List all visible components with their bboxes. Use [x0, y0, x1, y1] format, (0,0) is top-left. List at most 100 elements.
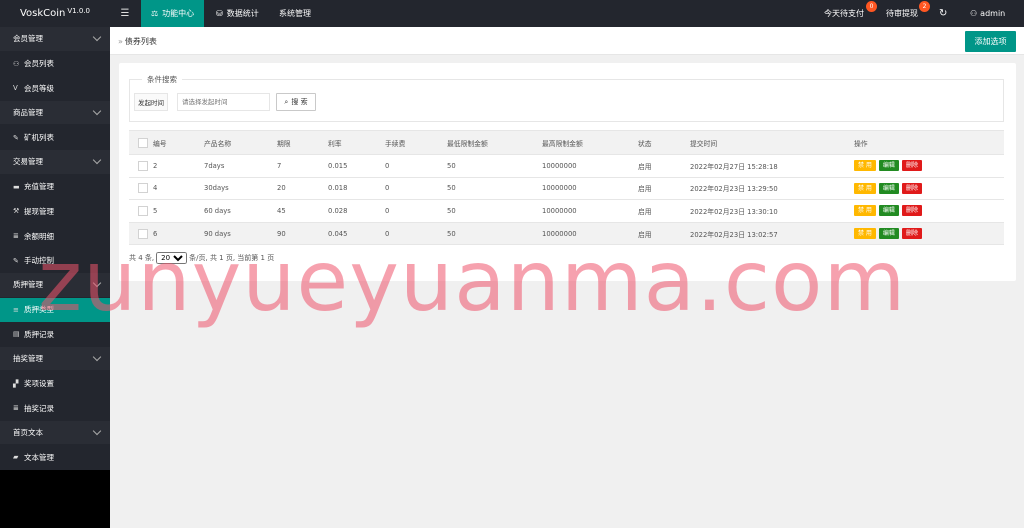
hamburger-icon[interactable]: ☰	[110, 0, 140, 27]
cell-max: 10000000	[542, 154, 638, 178]
cell-name: 90 days	[204, 221, 277, 246]
cell-time: 2022年02月27日 15:28:18	[690, 154, 854, 178]
group-label: 交易管理	[13, 157, 43, 167]
pager-summary: 条/页, 共 1 页, 当前第 1 页	[189, 254, 275, 262]
row-checkbox[interactable]	[138, 205, 148, 216]
sidebar-item-manual-control[interactable]: ✎ 手动控制	[0, 248, 110, 273]
cell-rate: 0.018	[328, 176, 385, 201]
nav-function-center[interactable]: ⚖ 功能中心	[141, 0, 205, 27]
sidebar-item-miner-list[interactable]: ✎ 矿机列表	[0, 125, 110, 150]
cell-min: 50	[447, 176, 542, 201]
header-id: 编号	[153, 130, 204, 155]
cell-max: 10000000	[542, 199, 638, 223]
delete-button[interactable]: 删除	[901, 182, 922, 194]
sidebar-item-member-list[interactable]: ⚇ 会员列表	[0, 51, 110, 77]
cell-id: 2	[153, 154, 204, 178]
date-filter-input[interactable]	[177, 93, 270, 111]
edit-button[interactable]: 编辑	[878, 228, 899, 240]
grid-icon: ▞	[13, 379, 19, 388]
item-label: 提现管理	[24, 206, 54, 216]
sidebar-item-lottery-record[interactable]: ≣ 抽奖记录	[0, 395, 110, 421]
row-select	[129, 154, 153, 178]
chevron-down-icon	[92, 278, 102, 288]
disable-button[interactable]: 禁 用	[854, 228, 876, 240]
item-label: 余额明细	[24, 231, 54, 241]
cell-term: 45	[277, 199, 328, 223]
item-label: 充值管理	[24, 182, 54, 192]
sidebar-item-staking-type[interactable]: ≡ 质押类型	[0, 297, 110, 323]
disable-button[interactable]: 禁 用	[854, 160, 876, 172]
disable-button[interactable]: 禁 用	[854, 182, 876, 194]
page-size-select[interactable]: 20	[156, 252, 188, 264]
row-checkbox[interactable]	[138, 160, 148, 171]
header-term: 期限	[277, 130, 328, 155]
cell-actions: 禁 用编辑 删除	[854, 221, 1004, 246]
nav-label: 数据统计	[226, 9, 259, 18]
app-logo[interactable]: VoskCoin V1.0.0	[0, 0, 110, 27]
sidebar-group-trades[interactable]: 交易管理	[0, 149, 110, 175]
nav-label: 系统管理	[279, 9, 311, 18]
delete-button[interactable]: 删除	[901, 160, 922, 172]
cell-rate: 0.028	[328, 199, 385, 223]
sidebar-item-staking-record[interactable]: ▤ 质押记录	[0, 322, 110, 347]
row-select	[129, 221, 153, 246]
cell-term: 90	[277, 221, 328, 246]
table-row: 6 90 days 90 0.045 0 50 10000000 启用 2022…	[129, 221, 1004, 246]
header-actions: 操作	[854, 130, 1004, 155]
sidebar-group-products[interactable]: 商品管理	[0, 100, 110, 126]
delete-button[interactable]: 删除	[901, 205, 922, 217]
search-button[interactable]: ⌕ 搜 索	[276, 93, 316, 111]
user-icon: ⚇	[970, 9, 978, 18]
breadcrumb-label: 债券列表	[124, 37, 157, 46]
sidebar-item-text-manage[interactable]: ▰ 文本管理	[0, 445, 110, 470]
sidebar-item-member-level[interactable]: V 会员等级	[0, 76, 110, 101]
item-label: 会员列表	[24, 59, 54, 69]
hammer-icon: ⚒	[13, 207, 20, 216]
nav-label: 功能中心	[162, 9, 195, 18]
nav-data-stats[interactable]: ⛁ 数据统计	[206, 0, 269, 27]
cell-actions: 禁 用编辑 删除	[854, 199, 1004, 223]
top-bar: VoskCoin V1.0.0 ☰ ⚖ 功能中心 ⛁ 数据统计 系统管理 今天待支付 …	[0, 0, 1024, 27]
add-option-button[interactable]: 添加选项	[965, 31, 1016, 52]
edit-button[interactable]: 编辑	[878, 160, 899, 172]
table-row: 2 7days 7 0.015 0 50 10000000 启用 2022年02…	[129, 154, 1004, 178]
sidebar-item-recharge[interactable]: ▬ 充值管理	[0, 174, 110, 200]
user-menu[interactable]: ⚇ admin	[970, 0, 1005, 27]
edit-button[interactable]: 编辑	[878, 182, 899, 194]
pending-review-badge: 2	[919, 1, 930, 12]
select-all-checkbox[interactable]	[138, 137, 148, 148]
group-label: 会员管理	[13, 34, 43, 44]
cell-fee: 0	[385, 199, 447, 223]
cell-time: 2022年02月23日 13:29:50	[690, 176, 854, 201]
cell-rate: 0.015	[328, 154, 385, 178]
pending-review-link[interactable]: 待审提现	[886, 0, 918, 27]
edit-button[interactable]: 编辑	[878, 205, 899, 217]
cell-min: 50	[447, 154, 542, 178]
chevron-down-icon	[92, 106, 102, 116]
cell-name: 30days	[204, 176, 277, 201]
table-row: 5 60 days 45 0.028 0 50 10000000 启用 2022…	[129, 199, 1004, 223]
sidebar-item-prize-settings[interactable]: ▞ 奖项设置	[0, 371, 110, 396]
item-label: 会员等级	[24, 83, 54, 93]
sidebar-group-lottery[interactable]: 抽奖管理	[0, 346, 110, 372]
disable-button[interactable]: 禁 用	[854, 205, 876, 217]
search-button-label: 搜 索	[291, 98, 308, 106]
sidebar-group-staking[interactable]: 质押管理	[0, 272, 110, 298]
row-checkbox[interactable]	[138, 183, 148, 194]
pending-review-label: 待审提现	[886, 9, 918, 18]
user-name: admin	[980, 9, 1006, 18]
pending-pay-link[interactable]: 今天待支付	[824, 0, 864, 27]
breadcrumb: » 债券列表	[118, 36, 157, 47]
edit-icon: ✎	[13, 256, 19, 265]
card-icon: ▬	[13, 182, 20, 191]
nav-system-manage[interactable]: 系统管理	[269, 0, 321, 27]
sidebar-item-withdraw[interactable]: ⚒ 提现管理	[0, 199, 110, 224]
double-chevron-right-icon: »	[118, 37, 123, 46]
row-checkbox[interactable]	[138, 228, 148, 239]
refresh-icon[interactable]: ↻	[939, 0, 947, 27]
sidebar-group-home-text[interactable]: 首页文本	[0, 420, 110, 446]
sidebar-group-members[interactable]: 会员管理	[0, 27, 110, 52]
sidebar-item-balance-detail[interactable]: ≣ 余额明细	[0, 223, 110, 249]
delete-button[interactable]: 删除	[901, 228, 922, 240]
item-label: 矿机列表	[24, 133, 54, 143]
